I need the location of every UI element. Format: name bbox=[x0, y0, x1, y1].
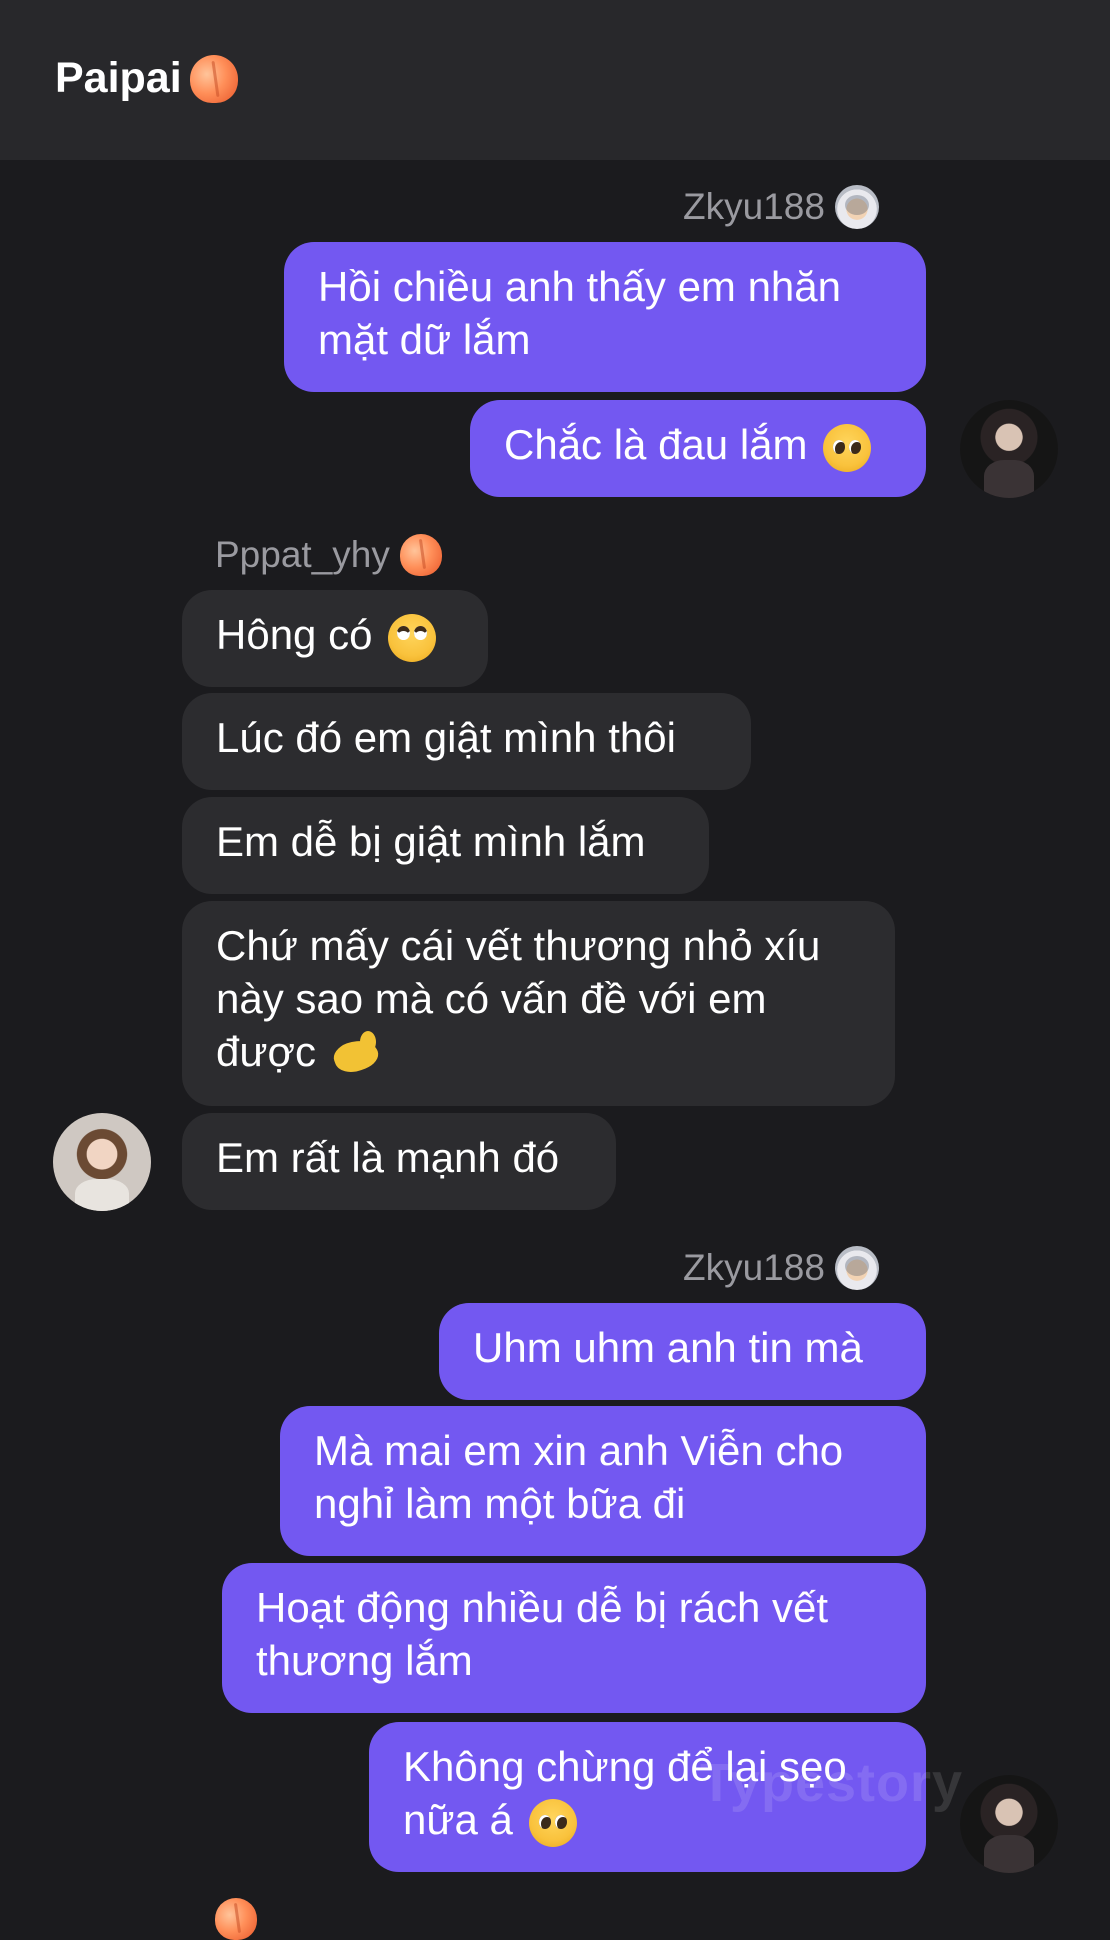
message-bubble-outgoing[interactable]: Không chừng để lại sẹo nữa á bbox=[369, 1722, 926, 1872]
sender-name: Pppat_yhy bbox=[215, 534, 390, 575]
avatar-zkyu[interactable] bbox=[960, 1775, 1058, 1873]
pleading-face-icon bbox=[823, 423, 872, 472]
astronaut-icon bbox=[834, 185, 879, 229]
message-text: Hồi chiều anh thấy em nhăn mặt dữ lắm bbox=[318, 263, 842, 363]
message-bubble-incoming[interactable]: Em dễ bị giật mình lắm bbox=[182, 797, 709, 894]
astronaut-icon bbox=[834, 1246, 879, 1290]
message-bubble-outgoing[interactable]: Uhm uhm anh tin mà bbox=[439, 1303, 926, 1400]
peach-icon bbox=[189, 54, 238, 103]
message-text: Không chừng để lại sẹo nữa á bbox=[403, 1743, 847, 1843]
pleading-face-icon bbox=[528, 1798, 577, 1847]
peach-icon bbox=[215, 1898, 257, 1940]
message-text: Hoạt động nhiều dễ bị rách vết thương lắ… bbox=[256, 1584, 829, 1684]
sender-label-zkyu: Zkyu188 bbox=[683, 1246, 879, 1290]
flexed-biceps-icon bbox=[332, 1030, 382, 1079]
chat-title[interactable]: Paipai bbox=[55, 54, 238, 103]
message-bubble-outgoing[interactable]: Hồi chiều anh thấy em nhăn mặt dữ lắm bbox=[284, 242, 926, 392]
sender-name: Zkyu188 bbox=[683, 186, 825, 227]
chat-header: Paipai bbox=[0, 0, 1110, 160]
message-text: Chắc là đau lắm bbox=[504, 421, 808, 468]
message-text: Em dễ bị giật mình lắm bbox=[216, 818, 646, 865]
message-text: Chứ mấy cái vết thương nhỏ xíu này sao m… bbox=[216, 922, 821, 1075]
eye-roll-face-icon bbox=[388, 613, 437, 662]
message-bubble-incoming[interactable]: Em rất là mạnh đó bbox=[182, 1113, 616, 1210]
message-text: Uhm uhm anh tin mà bbox=[473, 1324, 863, 1371]
chat-title-text: Paipai bbox=[55, 54, 182, 102]
message-text: Em rất là mạnh đó bbox=[216, 1134, 560, 1181]
avatar-zkyu[interactable] bbox=[960, 400, 1058, 498]
sender-label-partial bbox=[215, 1898, 257, 1940]
sender-label-pppat: Pppat_yhy bbox=[215, 534, 442, 576]
sender-label-zkyu: Zkyu188 bbox=[683, 185, 879, 229]
sender-name: Zkyu188 bbox=[683, 1247, 825, 1288]
message-bubble-incoming[interactable]: Hông có bbox=[182, 590, 488, 687]
message-bubble-outgoing[interactable]: Chắc là đau lắm bbox=[470, 400, 926, 497]
message-bubble-incoming[interactable]: Chứ mấy cái vết thương nhỏ xíu này sao m… bbox=[182, 901, 895, 1106]
peach-icon bbox=[399, 534, 442, 576]
message-bubble-outgoing[interactable]: Mà mai em xin anh Viễn cho nghỉ làm một … bbox=[280, 1406, 926, 1556]
message-text: Hông có bbox=[216, 611, 373, 658]
avatar-pppat[interactable] bbox=[53, 1113, 151, 1211]
message-bubble-incoming[interactable]: Lúc đó em giật mình thôi bbox=[182, 693, 751, 790]
message-text: Lúc đó em giật mình thôi bbox=[216, 714, 676, 761]
message-bubble-outgoing[interactable]: Hoạt động nhiều dễ bị rách vết thương lắ… bbox=[222, 1563, 926, 1713]
message-text: Mà mai em xin anh Viễn cho nghỉ làm một … bbox=[314, 1427, 844, 1527]
